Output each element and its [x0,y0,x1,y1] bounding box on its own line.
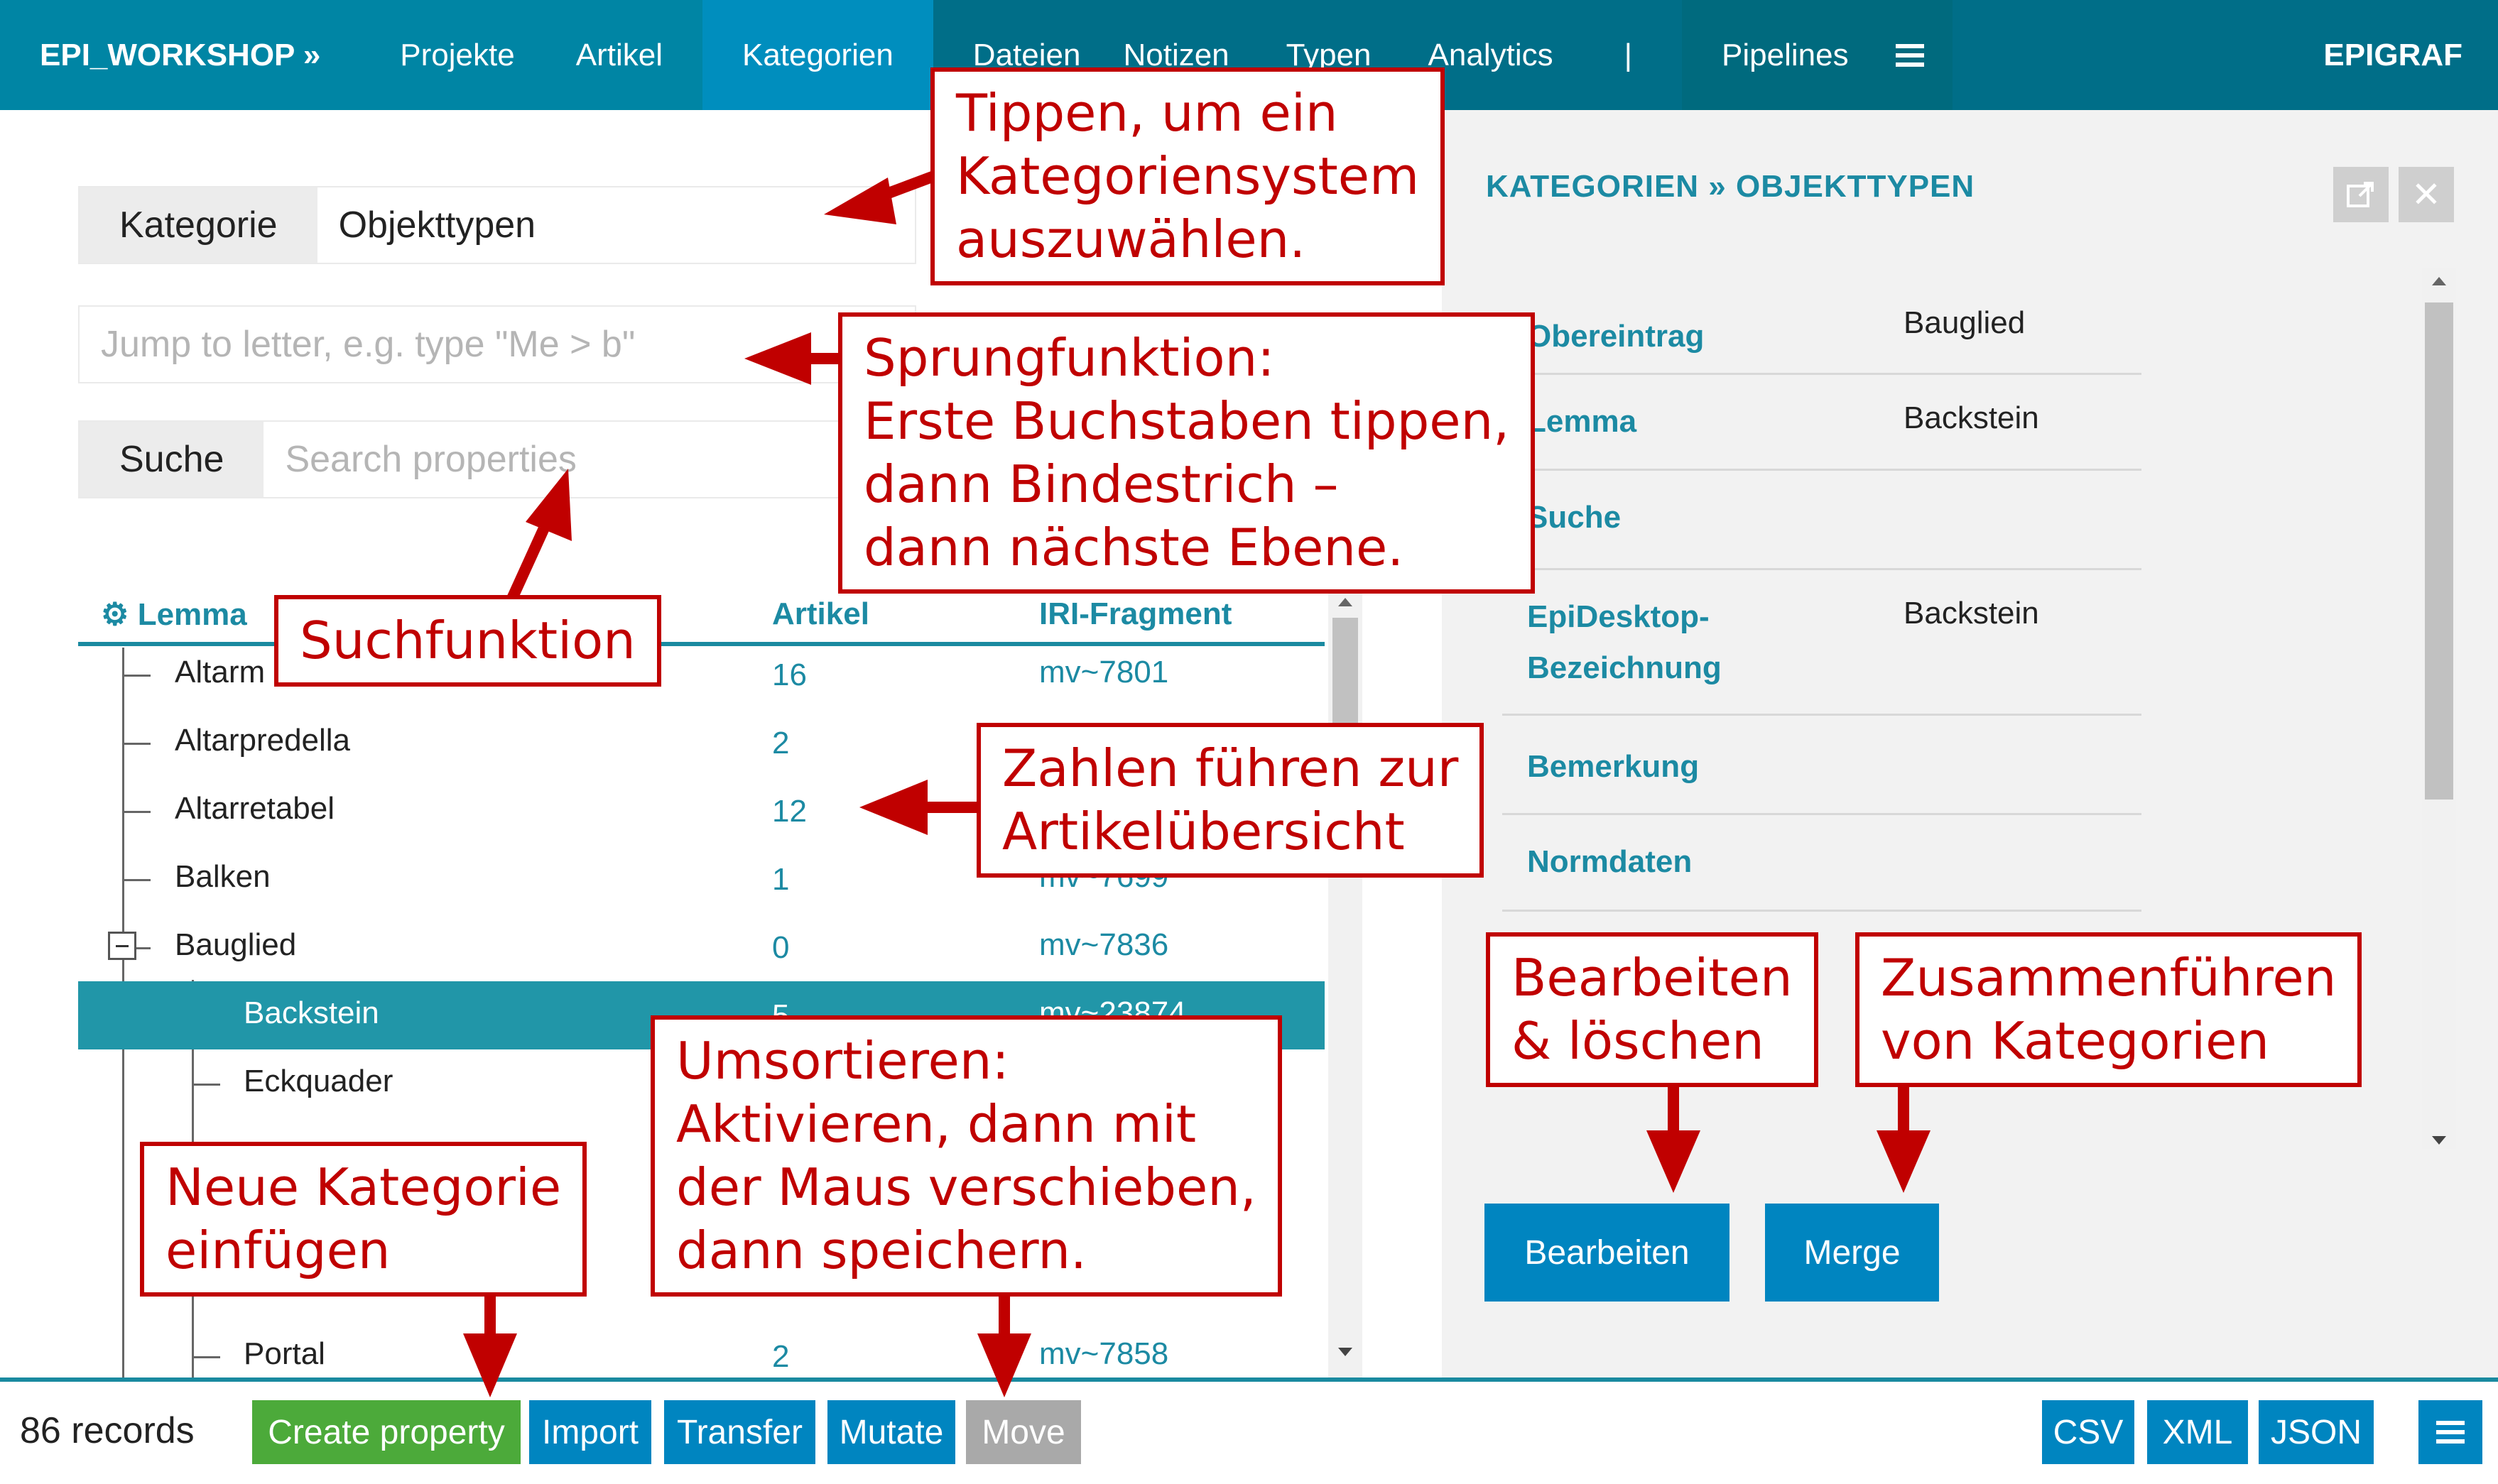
tree-scrollbar[interactable] [1328,589,1362,1379]
nav-item-artikel[interactable]: Artikel [554,0,702,110]
detail-scrollbar[interactable] [2422,268,2456,1149]
footer-menu-icon[interactable] [2418,1400,2482,1464]
property-row: Suche [1502,471,2141,570]
search-label: Suche [80,422,264,497]
lemma-column-header[interactable]: ⚙ Lemma [101,596,247,633]
callout-new-category: Neue Kategorie einfügen [140,1142,587,1297]
scroll-up-icon[interactable] [2432,277,2446,285]
edit-button[interactable]: Bearbeiten [1484,1204,1729,1302]
article-count-link[interactable]: 16 [772,658,807,693]
csv-export-button[interactable]: CSV [2042,1400,2134,1464]
detail-breadcrumb: KATEGORIEN » OBJEKTTYPEN [1486,169,1975,204]
close-icon[interactable]: ✕ [2399,167,2454,222]
iri-column-header[interactable]: IRI-Fragment [1039,596,1232,632]
property-row: Obereintrag Bauglied [1502,297,2141,375]
record-count: 86 records [20,1410,195,1451]
property-name: Lemma [1527,404,1637,439]
tree-row[interactable]: Bauglied 0 mv~7836 [78,913,1325,981]
property-row: Bemerkung [1502,716,2141,815]
article-count-link[interactable]: 12 [772,794,807,829]
property-value: Backstein [1904,596,2039,631]
property-value: Bauglied [1904,305,2026,340]
callout-category-selector: Tippen, um ein Kategoriensystem auszuwähle… [930,67,1445,285]
property-row: EpiDesktop-Bezeichnung Backstein [1502,570,2141,716]
nav-item-kategorien[interactable]: Kategorien [702,0,933,110]
open-external-icon[interactable] [2333,167,2389,222]
transfer-button[interactable]: Transfer [664,1400,815,1464]
property-name: Suche [1527,500,1622,535]
scroll-down-icon[interactable] [1338,1348,1352,1356]
article-count-link[interactable]: 1 [772,862,789,898]
tree-row[interactable]: Altarm 16 mv~7801 [78,640,1325,709]
hamburger-icon[interactable] [1888,0,1953,110]
property-name: EpiDesktop-Bezeichnung [1527,599,1722,685]
article-count-link[interactable]: 2 [772,726,789,761]
search-input[interactable]: Search properties [264,422,597,497]
nav-separator: | [1624,37,1633,72]
json-export-button[interactable]: JSON [2259,1400,2374,1464]
nav-item-projekte[interactable]: Projekte [360,0,555,110]
move-button[interactable]: Move [966,1400,1081,1464]
merge-button[interactable]: Merge [1765,1204,1939,1302]
callout-jump-function: Sprungfunktion: Erste Buchstaben tippen, d… [838,312,1536,594]
article-count-link[interactable]: 0 [772,930,789,966]
callout-article-numbers: Zahlen führen zur Artikelübersicht [977,723,1484,878]
articles-column-header[interactable]: Artikel [772,596,869,632]
category-label: Kategorie [80,187,317,263]
mutate-button[interactable]: Mutate [827,1400,955,1464]
scroll-up-icon[interactable] [1338,598,1352,606]
create-property-button[interactable]: Create property [252,1400,521,1464]
property-name: Normdaten [1527,844,1693,879]
jump-placeholder: Jump to letter, e.g. type "Me > b" [101,324,636,365]
callout-search-function: Suchfunktion [274,595,661,687]
nav-item-pipelines[interactable]: Pipelines [1682,0,1889,110]
tree-header: ⚙ Lemma Artikel IRI-Fragment [78,589,1325,646]
import-button[interactable]: Import [529,1400,651,1464]
property-name: Bemerkung [1527,749,1700,784]
property-row: Normdaten [1502,815,2141,912]
callout-edit-delete: Bearbeiten & löschen [1486,932,1818,1087]
callout-merge: Zusammenführen von Kategorien [1855,932,2362,1087]
scrollbar-thumb[interactable] [2425,302,2453,800]
category-value[interactable]: Objekttypen [317,187,558,263]
callout-reorder: Umsortieren: Aktivieren, dann mit der Maus… [651,1015,1282,1297]
search-group[interactable]: Suche Search properties [78,420,916,498]
app-name[interactable]: EPIGRAF [2323,0,2462,110]
xml-export-button[interactable]: XML [2147,1400,2248,1464]
settings-icon[interactable]: ⚙ [101,597,129,632]
nav-brand[interactable]: EPI_WORKSHOP » [0,0,361,110]
article-count-link[interactable]: 2 [772,1339,789,1375]
property-name: Obereintrag [1527,319,1705,354]
category-selector[interactable]: Kategorie Objekttypen [78,186,916,264]
collapse-icon[interactable] [108,932,136,960]
property-value: Backstein [1904,400,2039,435]
jump-input[interactable]: Jump to letter, e.g. type "Me > b" [78,305,916,383]
property-row: Lemma Backstein [1502,375,2141,471]
scroll-down-icon[interactable] [2432,1136,2446,1145]
